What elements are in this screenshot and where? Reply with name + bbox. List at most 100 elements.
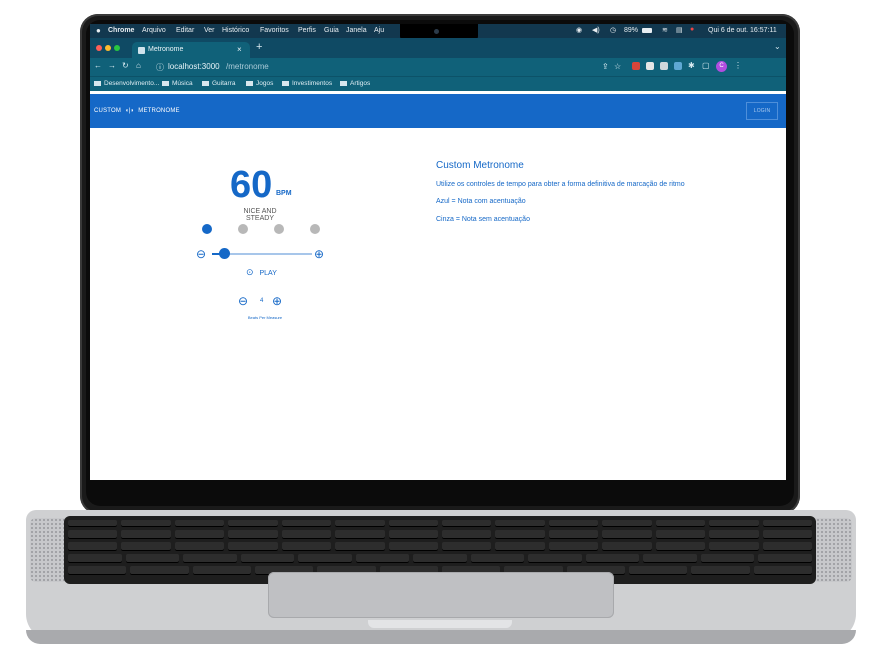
login-button[interactable]: LOGIN (746, 102, 778, 120)
bookmark-folder-investimentos[interactable]: Investimentos (282, 80, 332, 87)
clock-status-icon[interactable]: ◷ (610, 26, 616, 34)
keyboard-key (602, 530, 652, 539)
tab-search-chevron-icon[interactable]: ⌄ (774, 42, 781, 51)
menu-perfis[interactable]: Perfis (298, 27, 316, 34)
bookmark-star-icon[interactable]: ☆ (614, 62, 621, 71)
beat-indicator-1[interactable] (202, 224, 212, 234)
folder-icon (246, 80, 253, 86)
folder-icon (94, 80, 101, 86)
close-window-button[interactable] (96, 45, 102, 51)
menu-favoritos[interactable]: Favoritos (260, 27, 289, 34)
menu-janela[interactable]: Janela (346, 27, 367, 34)
bookmark-folder-artigos[interactable]: Artigos (340, 80, 370, 87)
keyboard-key (655, 530, 706, 539)
laptop-base-edge (26, 630, 856, 644)
menubar-status-icon[interactable]: ◉ (576, 26, 582, 34)
zoom-window-button[interactable] (114, 45, 120, 51)
bpm-slider-thumb[interactable] (219, 248, 230, 259)
keyboard-key (68, 542, 118, 551)
wifi-icon[interactable]: ≋ (662, 26, 668, 34)
minimize-window-button[interactable] (105, 45, 111, 51)
menu-chrome[interactable]: Chrome (108, 27, 134, 34)
decrease-beats-icon[interactable]: ⊖ (238, 295, 248, 307)
keyboard-key (655, 542, 706, 551)
profile-avatar[interactable]: C (716, 61, 727, 72)
close-tab-icon[interactable]: × (237, 45, 242, 54)
apple-icon[interactable]: ● (96, 26, 101, 35)
bpm-value: 60 (230, 164, 273, 206)
keyboard-key (335, 530, 385, 539)
tempo-name: NICE AND STEADY (243, 208, 277, 222)
reload-icon[interactable]: ↻ (122, 61, 129, 70)
menu-guia[interactable]: Guia (324, 27, 339, 34)
camera-icon (434, 29, 439, 34)
back-icon[interactable]: ← (94, 61, 102, 70)
keyboard-key (495, 530, 545, 539)
play-button[interactable]: ⊙ PLAY (246, 267, 277, 278)
beats-per-measure-label: Beats Per Measure (247, 315, 283, 320)
site-info-icon[interactable]: ⓘ (156, 62, 164, 73)
right-speaker-grille (812, 518, 852, 582)
keyboard-key (68, 554, 122, 563)
browser-tab-strip: Metronome × (90, 38, 786, 58)
keyboard-key (495, 542, 545, 551)
keyboard-key (388, 530, 438, 539)
menu-ajuda[interactable]: Aju (374, 27, 384, 34)
keyboard-key (130, 566, 189, 575)
extension-icon-1[interactable] (632, 62, 640, 70)
info-description: Utilize os controles de tempo para obter… (436, 181, 685, 188)
menu-arquivo[interactable]: Arquivo (142, 27, 166, 34)
keyboard-key (758, 554, 812, 563)
decrease-bpm-icon[interactable]: ⊖ (196, 248, 206, 260)
browser-tab-metronome[interactable]: Metronome × (132, 42, 250, 58)
extension-icon-2[interactable] (646, 62, 654, 70)
extension-icon-4[interactable] (674, 62, 682, 70)
bookmark-folder-guitarra[interactable]: Guitarra (202, 80, 235, 87)
app-logo[interactable]: CUSTOM ◖|◗ METRONOME (94, 108, 180, 114)
battery-icon[interactable] (642, 28, 652, 33)
side-panel-icon[interactable]: ▢ (702, 61, 710, 70)
increase-bpm-icon[interactable]: ⊕ (314, 248, 324, 260)
beat-indicator-3[interactable] (274, 224, 284, 234)
keyboard-key (240, 554, 295, 563)
control-center-icon[interactable]: ▤ (676, 26, 683, 34)
keyboard-key (643, 554, 697, 563)
url-host: localhost:3000 (168, 62, 220, 71)
keyboard-key (281, 530, 332, 539)
new-tab-icon[interactable]: + (256, 41, 262, 53)
keyboard-key (183, 554, 237, 563)
keyboard-key (655, 520, 706, 527)
home-icon[interactable]: ⌂ (136, 61, 141, 70)
share-icon[interactable]: ⇪ (602, 62, 609, 71)
keyboard-key (691, 566, 750, 575)
beat-indicator-4[interactable] (310, 224, 320, 234)
keyboard-key (355, 554, 410, 563)
increase-beats-icon[interactable]: ⊕ (272, 295, 282, 307)
menu-historico[interactable]: Histórico (222, 27, 249, 34)
info-unaccented-note: Cinza = Nota sem acentuação (436, 216, 530, 223)
keyboard-key (125, 554, 180, 563)
address-bar[interactable]: ⓘ localhost:3000 /metronome ⇪ ☆ (150, 60, 621, 74)
keyboard-key (228, 530, 278, 539)
extension-icon-3[interactable] (660, 62, 668, 70)
more-menu-icon[interactable]: ⋮ (734, 61, 742, 70)
bookmark-folder-desenvolvimento[interactable]: Desenvolvimento... (94, 80, 159, 87)
volume-icon[interactable]: ◀) (592, 26, 600, 34)
keyboard-key (192, 566, 251, 575)
menu-ver[interactable]: Ver (204, 27, 215, 34)
record-icon[interactable]: ● (690, 26, 694, 33)
keyboard-key (700, 554, 755, 563)
folder-icon (202, 80, 209, 86)
bookmark-folder-musica[interactable]: Música (162, 80, 193, 87)
laptop-screen: ● Chrome Arquivo Editar Ver Histórico Fa… (90, 24, 786, 480)
beat-indicator-2[interactable] (238, 224, 248, 234)
extensions-puzzle-icon[interactable]: ✱ (688, 61, 695, 70)
forward-icon[interactable]: → (108, 61, 116, 70)
bookmark-folder-jogos[interactable]: Jogos (246, 80, 273, 87)
keyboard-key (298, 554, 352, 563)
menu-editar[interactable]: Editar (176, 27, 194, 34)
keyboard-key (602, 520, 652, 527)
keyboard-key (281, 542, 332, 551)
beats-per-measure-value: 4 (260, 298, 264, 304)
keyboard-key (388, 520, 438, 527)
